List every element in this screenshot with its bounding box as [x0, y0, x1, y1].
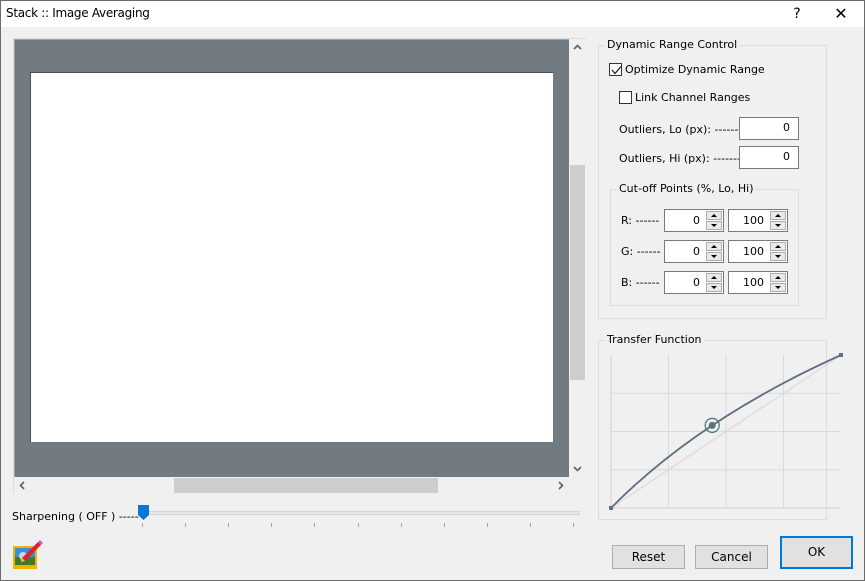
- cutoff-g-label: G: ------: [621, 245, 661, 258]
- checkbox-checked-icon[interactable]: [609, 63, 622, 76]
- cutoff-r-lo-spinner[interactable]: 0: [664, 209, 724, 232]
- image-preview-panel: [13, 38, 586, 494]
- optimize-dynamic-range-label: Optimize Dynamic Range: [625, 63, 765, 76]
- slider-tick: [400, 523, 402, 527]
- slider-tick: [486, 523, 488, 527]
- ok-button[interactable]: OK: [780, 536, 853, 569]
- scroll-corner: [569, 477, 586, 494]
- spin-down-icon[interactable]: [770, 252, 786, 261]
- spin-up-icon[interactable]: [770, 211, 786, 220]
- optimize-dynamic-range-checkbox[interactable]: Optimize Dynamic Range: [609, 63, 765, 76]
- spin-down-icon[interactable]: [706, 252, 722, 261]
- preview-canvas[interactable]: [14, 39, 569, 477]
- cutoff-r-hi-spinner[interactable]: 100: [728, 209, 788, 232]
- slider-tick: [185, 523, 187, 527]
- cutoff-g-hi-value: 100: [743, 245, 764, 258]
- image-edit-icon: [12, 538, 44, 570]
- dynamic-range-title: Dynamic Range Control: [605, 38, 740, 51]
- slider-tick: [573, 523, 574, 527]
- spin-down-icon[interactable]: [706, 221, 722, 230]
- curve-endpoint-low: [609, 506, 613, 510]
- horizontal-scrollbar[interactable]: [14, 477, 569, 494]
- spin-up-icon[interactable]: [770, 242, 786, 251]
- chevron-right-icon[interactable]: [552, 477, 569, 494]
- spin-up-icon[interactable]: [706, 242, 722, 251]
- spin-down-icon[interactable]: [770, 283, 786, 292]
- cancel-button[interactable]: Cancel: [695, 545, 768, 569]
- cutoff-g-lo-spinner[interactable]: 0: [664, 240, 724, 263]
- cutoff-b-hi-spinner[interactable]: 100: [728, 271, 788, 294]
- slider-tick: [357, 523, 359, 527]
- window-title: Stack :: Image Averaging: [6, 6, 150, 20]
- horizontal-scroll-thumb[interactable]: [174, 478, 438, 493]
- chevron-down-icon[interactable]: [569, 460, 586, 477]
- outliers-hi-input[interactable]: 0: [739, 146, 799, 169]
- outliers-lo-label: Outliers, Lo (px): --------: [619, 123, 747, 136]
- slider-tick: [271, 523, 273, 527]
- spin-down-icon[interactable]: [770, 221, 786, 230]
- cutoff-g-hi-spinner[interactable]: 100: [728, 240, 788, 263]
- spin-up-icon[interactable]: [706, 273, 722, 282]
- outliers-lo-input[interactable]: 0: [739, 117, 799, 140]
- chevron-left-icon[interactable]: [14, 477, 31, 494]
- sharpening-label: Sharpening ( OFF ) -----: [12, 510, 139, 523]
- cutoff-points-title: Cut-off Points (%, Lo, Hi): [617, 182, 756, 195]
- close-button[interactable]: ✕: [819, 1, 863, 27]
- slider-tick: [529, 523, 531, 527]
- vertical-scrollbar[interactable]: [569, 39, 586, 477]
- cutoff-b-lo-spinner[interactable]: 0: [664, 271, 724, 294]
- link-channel-ranges-label: Link Channel Ranges: [635, 91, 751, 104]
- spin-up-icon[interactable]: [706, 211, 722, 220]
- control-point-dot: [708, 421, 716, 429]
- vertical-scroll-thumb[interactable]: [570, 165, 585, 380]
- cutoff-g-lo-value: 0: [693, 245, 700, 258]
- checkbox-unchecked-icon[interactable]: [619, 91, 632, 104]
- chevron-up-icon[interactable]: [569, 39, 586, 56]
- title-bar: Stack :: Image Averaging ? ✕: [1, 1, 864, 27]
- slider-tick: [142, 523, 143, 527]
- cutoff-r-hi-value: 100: [743, 214, 764, 227]
- spin-down-icon[interactable]: [706, 283, 722, 292]
- help-button[interactable]: ?: [775, 1, 819, 27]
- sharpening-slider-track[interactable]: [143, 511, 580, 515]
- cutoff-b-label: B: ------: [621, 276, 660, 289]
- link-channel-ranges-checkbox[interactable]: Link Channel Ranges: [619, 91, 750, 104]
- cutoff-r-label: R: ------: [621, 214, 660, 227]
- slider-tick: [443, 523, 445, 527]
- slider-tick: [314, 523, 316, 527]
- curve-endpoint-high: [839, 353, 843, 357]
- cutoff-r-lo-value: 0: [693, 214, 700, 227]
- dialog-window: Stack :: Image Averaging ? ✕ Sharpening …: [0, 0, 865, 581]
- outliers-hi-label: Outliers, Hi (px): ---------: [619, 152, 749, 165]
- transfer-function-title: Transfer Function: [605, 333, 704, 346]
- spin-up-icon[interactable]: [770, 273, 786, 282]
- sharpening-slider-thumb[interactable]: [138, 505, 149, 520]
- cutoff-b-lo-value: 0: [693, 276, 700, 289]
- transfer-function-plot[interactable]: [607, 351, 847, 513]
- reset-button[interactable]: Reset: [612, 545, 685, 569]
- slider-tick: [228, 523, 230, 527]
- cutoff-b-hi-value: 100: [743, 276, 764, 289]
- preview-image: [30, 72, 553, 442]
